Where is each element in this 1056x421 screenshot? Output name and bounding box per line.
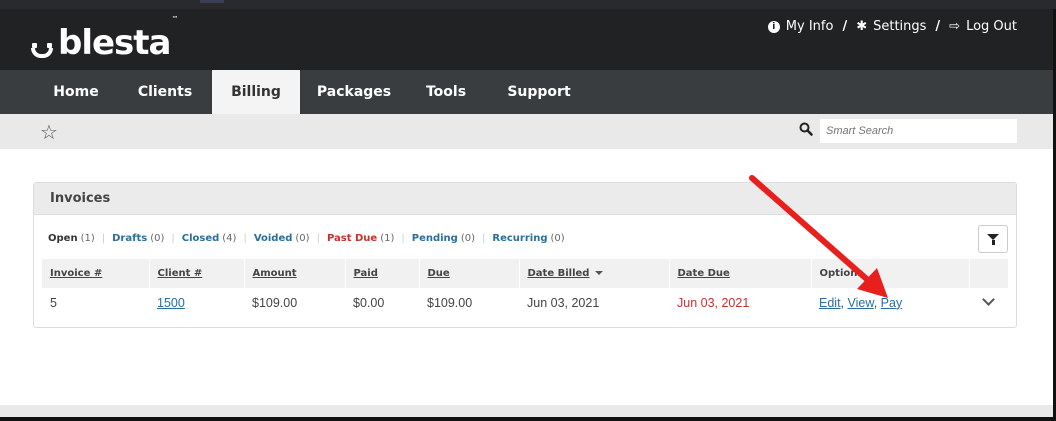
tab-divider: |	[482, 233, 486, 244]
tab-divider: |	[171, 233, 175, 244]
nav-item-billing[interactable]: Billing	[212, 70, 300, 114]
bottom-edge	[0, 417, 1056, 421]
invoice-status-tabs: Open (1) | Drafts (0) | Closed (4) | Voided…	[48, 233, 565, 244]
col-expand	[968, 259, 1008, 288]
toplink-separator: /	[935, 19, 941, 34]
nav-item-home[interactable]: Home	[36, 70, 116, 114]
browser-strip-mark	[200, 0, 224, 3]
window-frame: blesta ™ i My Info / ✱ Settings / ⇨ Log …	[0, 0, 1056, 421]
smart-search	[792, 119, 1017, 143]
col-invoice-number[interactable]: Invoice #	[42, 259, 149, 288]
tab-divider: |	[316, 233, 320, 244]
my-info-link[interactable]: My Info	[786, 19, 834, 34]
options-cell: Edit, View, Pay	[811, 288, 969, 317]
main-nav: Home Clients Billing Packages Tools Supp…	[0, 70, 1053, 114]
info-circle-icon: i	[767, 20, 780, 33]
invoice-number: 5	[50, 295, 57, 310]
date-billed-cell: Jun 03, 2021	[527, 295, 600, 310]
table-row[interactable]: 5 1500 $109.00 $0.00 $109.00 Jun 03, 202…	[42, 288, 1008, 317]
smile-logo-icon	[30, 34, 54, 60]
col-paid[interactable]: Paid	[344, 259, 419, 288]
col-amount[interactable]: Amount	[243, 259, 345, 288]
caret-down-icon	[595, 271, 604, 275]
invoices-panel: Invoices Open (1) | Drafts (0) | Closed (4)…	[33, 182, 1017, 328]
client-number-link[interactable]: 1500	[157, 296, 185, 310]
nav-item-tools[interactable]: Tools	[414, 70, 478, 114]
date-due-cell: Jun 03, 2021	[677, 295, 750, 310]
search-input[interactable]	[820, 119, 1017, 143]
tab-voided[interactable]: Voided (0)	[254, 233, 310, 244]
toplink-separator: /	[842, 19, 848, 34]
footer-strip	[0, 405, 1053, 417]
view-link[interactable]: View	[848, 296, 874, 310]
table-header-row: Invoice # Client # Amount Paid Due Date …	[42, 259, 1008, 288]
pay-link[interactable]: Pay	[881, 296, 903, 310]
expand-cell[interactable]	[969, 288, 1008, 317]
nav-item-support[interactable]: Support	[496, 70, 582, 114]
tab-divider: |	[243, 233, 247, 244]
col-date-due[interactable]: Date Due	[668, 259, 811, 288]
sign-out-icon: ⇨	[949, 19, 961, 34]
main-content: Invoices Open (1) | Drafts (0) | Closed (4)…	[0, 149, 1053, 405]
nav-item-clients[interactable]: Clients	[120, 70, 210, 114]
panel-title: Invoices	[34, 183, 1016, 215]
amount-cell: $109.00	[252, 295, 298, 310]
tab-divider: |	[401, 233, 405, 244]
chevron-down-icon	[982, 292, 995, 306]
options-comma: ,	[840, 295, 845, 310]
invoices-table: Invoice # Client # Amount Paid Due Date …	[42, 259, 1008, 317]
col-due[interactable]: Due	[418, 259, 519, 288]
col-client-number[interactable]: Client #	[148, 259, 244, 288]
search-icon[interactable]	[792, 122, 820, 140]
sub-toolbar: ☆	[0, 114, 1053, 149]
gear-icon: ✱	[856, 19, 868, 34]
blesta-logo[interactable]: blesta ™	[30, 15, 179, 63]
tab-divider: |	[101, 233, 106, 244]
logout-link[interactable]: Log Out	[966, 19, 1017, 34]
settings-link[interactable]: Settings	[873, 19, 926, 34]
tab-recurring[interactable]: Recurring (0)	[492, 233, 564, 244]
logo-text: blesta	[58, 23, 171, 63]
tab-past-due[interactable]: Past Due (1)	[327, 233, 394, 244]
star-outline-icon[interactable]: ☆	[40, 122, 58, 142]
browser-top-strip	[0, 0, 1056, 9]
col-options: Options	[810, 259, 969, 288]
filter-icon	[987, 234, 999, 245]
client-number-cell: 1500	[149, 288, 244, 317]
tab-drafts[interactable]: Drafts (0)	[112, 233, 164, 244]
logo-trademark: ™	[171, 15, 179, 23]
top-links: i My Info / ✱ Settings / ⇨ Log Out	[767, 19, 1017, 34]
options-comma: ,	[873, 295, 878, 310]
filter-button[interactable]	[978, 225, 1008, 253]
nav-item-packages[interactable]: Packages	[306, 70, 402, 114]
col-date-billed[interactable]: Date Billed	[518, 259, 669, 288]
app-header: blesta ™ i My Info / ✱ Settings / ⇨ Log …	[0, 9, 1053, 70]
tab-pending[interactable]: Pending (0)	[412, 233, 475, 244]
paid-cell: $0.00	[353, 295, 385, 310]
tab-open[interactable]: Open (1)	[48, 233, 95, 244]
tab-closed[interactable]: Closed (4)	[182, 233, 237, 244]
due-cell: $109.00	[427, 295, 473, 310]
edit-link[interactable]: Edit	[819, 296, 841, 310]
